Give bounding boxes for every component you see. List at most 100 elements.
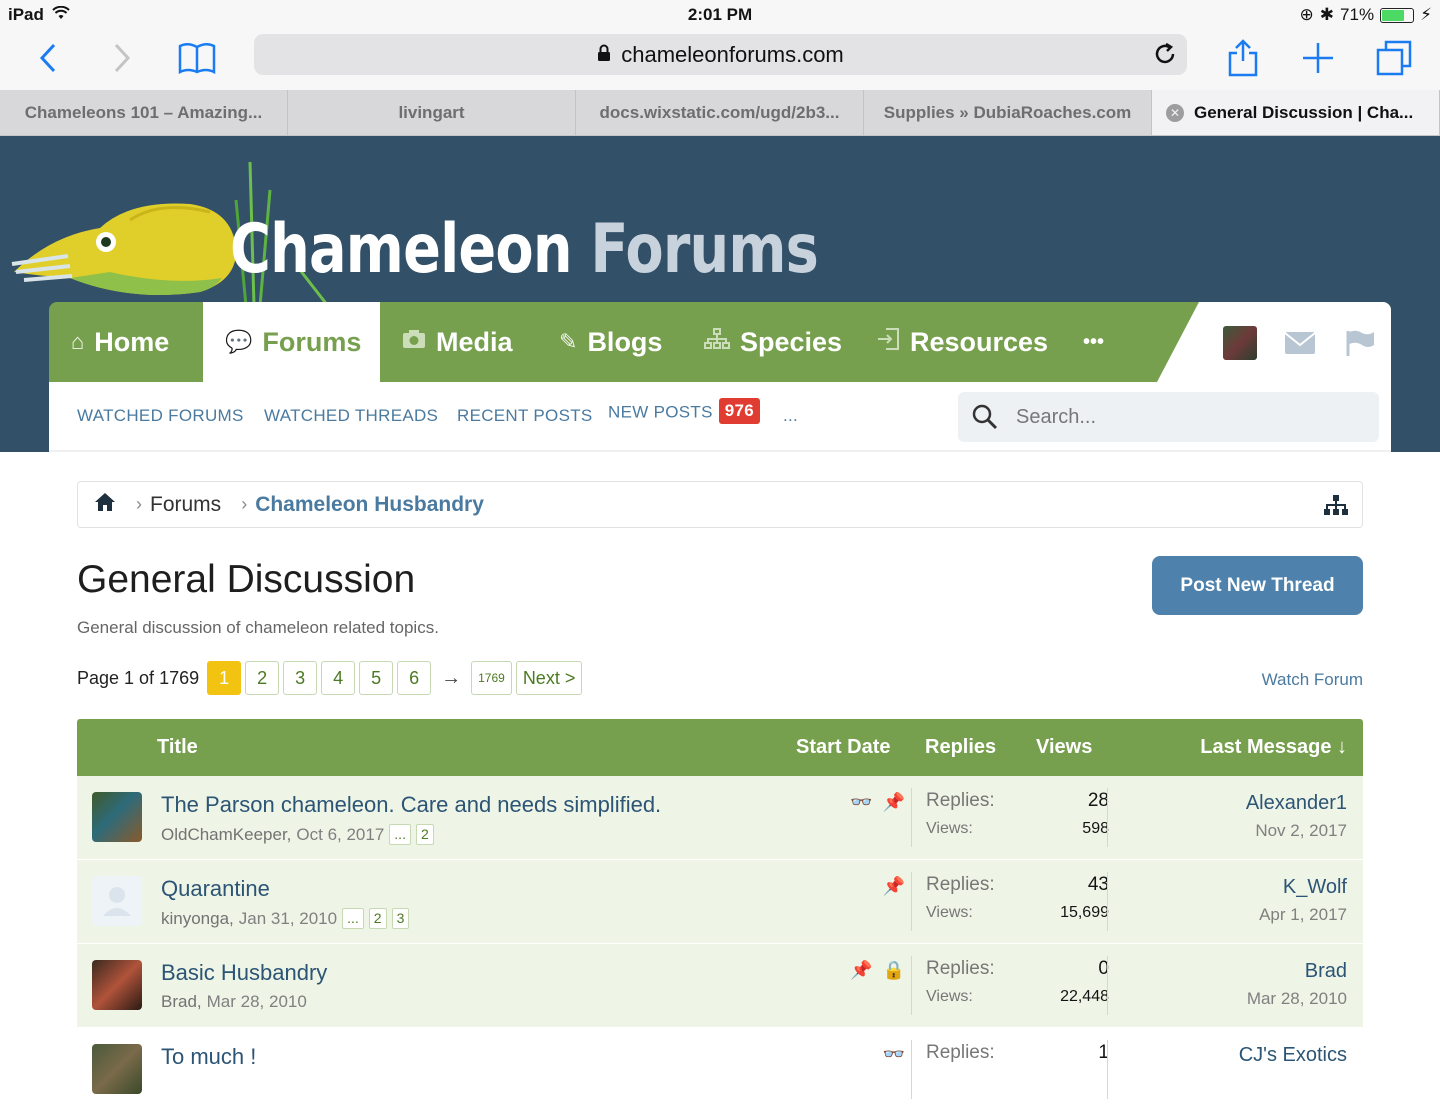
watch-forum-link[interactable]: Watch Forum bbox=[1262, 670, 1363, 690]
thread-author[interactable]: OldChamKeeper, bbox=[161, 825, 291, 845]
thread-date: Oct 6, 2017 bbox=[296, 824, 385, 844]
browser-tab[interactable]: Supplies » DubiaRoaches.com bbox=[864, 90, 1152, 135]
status-bar: iPad 2:01 PM ⊕ ✱ 71% ⚡ bbox=[0, 0, 1440, 28]
browser-tab-active[interactable]: ✕ General Discussion | Cha... bbox=[1152, 90, 1440, 135]
thread-page-link[interactable]: 2 bbox=[415, 824, 434, 845]
last-message-user[interactable]: Brad bbox=[1247, 960, 1347, 983]
avatar[interactable] bbox=[92, 876, 142, 926]
last-message-date[interactable]: Apr 1, 2017 bbox=[1259, 905, 1347, 925]
browser-tab[interactable]: Chameleons 101 – Amazing... bbox=[0, 90, 288, 135]
search-box[interactable] bbox=[958, 392, 1379, 442]
thread-title[interactable]: Quarantine bbox=[161, 876, 270, 902]
forward-icon[interactable] bbox=[100, 36, 144, 80]
header-replies[interactable]: Replies bbox=[925, 736, 996, 759]
thread-title[interactable]: Basic Husbandry bbox=[161, 960, 327, 986]
thread-row[interactable]: Quarantine kinyonga, Jan 31, 2010 ... 2 … bbox=[77, 860, 1363, 944]
header-start-date[interactable]: Start Date bbox=[796, 736, 890, 759]
breadcrumb-forums[interactable]: › Forums bbox=[136, 493, 221, 517]
thread-list: Title Start Date Replies Views Last Mess… bbox=[77, 719, 1363, 1112]
breadcrumb-current-label[interactable]: Chameleon Husbandry bbox=[255, 493, 484, 517]
thread-title[interactable]: To much ! bbox=[161, 1044, 256, 1070]
last-message-user[interactable]: CJ's Exotics bbox=[1239, 1044, 1347, 1067]
nav-species[interactable]: Species bbox=[704, 302, 842, 382]
thread-page-ellipsis[interactable]: ... bbox=[389, 824, 411, 845]
download-icon bbox=[876, 327, 900, 357]
search-input[interactable] bbox=[958, 392, 1379, 442]
breadcrumb-current[interactable]: › Chameleon Husbandry bbox=[241, 493, 484, 517]
logo-word-chameleon: Chameleon bbox=[230, 210, 573, 289]
browser-tab[interactable]: livingart bbox=[288, 90, 576, 135]
last-message-user[interactable]: Alexander1 bbox=[1246, 792, 1347, 815]
inbox-icon[interactable] bbox=[1283, 326, 1317, 360]
more-icon: ••• bbox=[1083, 330, 1105, 353]
thread-row[interactable]: The Parson chameleon. Care and needs sim… bbox=[77, 776, 1363, 860]
replies-label: Replies: bbox=[926, 874, 995, 895]
last-message-user[interactable]: K_Wolf bbox=[1259, 876, 1347, 899]
thread-page-link[interactable]: 3 bbox=[391, 908, 410, 929]
header-views[interactable]: Views bbox=[1036, 736, 1092, 759]
user-avatar[interactable] bbox=[1223, 326, 1257, 360]
subnav-recent-posts[interactable]: RECENT POSTS bbox=[457, 406, 593, 426]
page-link-current[interactable]: 1 bbox=[207, 661, 242, 695]
header-title[interactable]: Title bbox=[157, 736, 198, 759]
comments-icon: 💬 bbox=[225, 329, 253, 354]
next-page-link[interactable]: Next > bbox=[515, 661, 583, 695]
back-icon[interactable] bbox=[26, 36, 70, 80]
avatar[interactable] bbox=[92, 960, 142, 1010]
main-content: › Forums › Chameleon Husbandry General Dis… bbox=[49, 452, 1391, 1112]
thread-page-ellipsis[interactable]: ... bbox=[342, 908, 364, 929]
thread-stats: Replies: 0 Views: 22,448 bbox=[926, 958, 1109, 1006]
address-bar[interactable]: chameleonforums.com bbox=[254, 34, 1187, 75]
home-breadcrumb-icon[interactable] bbox=[94, 492, 116, 518]
subnav-more[interactable]: ... bbox=[783, 406, 798, 426]
nav-more[interactable]: ••• bbox=[1083, 302, 1104, 382]
column-divider bbox=[911, 788, 912, 847]
nav-forums[interactable]: 💬 Forums bbox=[203, 302, 380, 382]
battery-icon bbox=[1380, 7, 1415, 23]
subnav-new-posts[interactable]: NEW POSTS 976 bbox=[608, 398, 760, 426]
avatar[interactable] bbox=[92, 1044, 142, 1094]
nav-media[interactable]: Media bbox=[402, 302, 513, 382]
close-tab-icon[interactable]: ✕ bbox=[1166, 103, 1184, 122]
last-message: CJ's Exotics bbox=[1239, 1044, 1347, 1067]
sitemap-icon[interactable] bbox=[1324, 494, 1348, 522]
last-message-date[interactable]: Mar 28, 2010 bbox=[1247, 989, 1347, 1009]
tabs-overview-icon[interactable] bbox=[1372, 36, 1416, 80]
thread-page-link[interactable]: 2 bbox=[368, 908, 387, 929]
column-divider bbox=[1107, 788, 1108, 847]
breadcrumb: › Forums › Chameleon Husbandry bbox=[77, 481, 1363, 528]
subnav-watched-threads[interactable]: WATCHED THREADS bbox=[264, 406, 438, 426]
nav-blogs[interactable]: ✎ Blogs bbox=[559, 302, 662, 382]
browser-tab[interactable]: docs.wixstatic.com/ugd/2b3... bbox=[576, 90, 864, 135]
battery-percent: 71% bbox=[1340, 5, 1375, 24]
page-link[interactable]: 2 bbox=[245, 661, 280, 695]
alerts-flag-icon[interactable] bbox=[1343, 326, 1377, 360]
page-link[interactable]: 6 bbox=[397, 661, 432, 695]
bookmarks-icon[interactable] bbox=[175, 36, 219, 80]
nav-home[interactable]: ⌂ Home bbox=[71, 302, 169, 382]
post-new-thread-button[interactable]: Post New Thread bbox=[1152, 556, 1363, 615]
site-logo[interactable]: Chameleon Forums bbox=[10, 160, 819, 306]
thread-title[interactable]: The Parson chameleon. Care and needs sim… bbox=[161, 792, 661, 818]
thread-meta: Brad, Mar 28, 2010 bbox=[161, 992, 307, 1012]
new-tab-icon[interactable] bbox=[1296, 36, 1340, 80]
column-divider bbox=[1107, 872, 1108, 931]
last-message-date[interactable]: Nov 2, 2017 bbox=[1246, 821, 1347, 841]
header-last-message[interactable]: Last Message ↓ bbox=[1200, 736, 1347, 759]
nav-resources[interactable]: Resources bbox=[876, 302, 1048, 382]
breadcrumb-forums-label[interactable]: Forums bbox=[150, 493, 221, 517]
nav-label: Home bbox=[94, 326, 170, 357]
thread-row[interactable]: To much ! 👓 Replies: 1 CJ's Exotics bbox=[77, 1028, 1363, 1112]
thread-author[interactable]: Brad, bbox=[161, 992, 202, 1012]
subnav-watched-forums[interactable]: WATCHED FORUMS bbox=[77, 406, 244, 426]
page-link-last[interactable]: 1769 bbox=[471, 661, 512, 695]
page-link[interactable]: 5 bbox=[359, 661, 394, 695]
thread-row[interactable]: Basic Husbandry Brad, Mar 28, 2010 📌 🔒 R… bbox=[77, 944, 1363, 1028]
share-icon[interactable] bbox=[1221, 36, 1265, 80]
nav-label: Species bbox=[740, 326, 843, 357]
thread-author[interactable]: kinyonga, bbox=[161, 909, 234, 929]
page-link[interactable]: 3 bbox=[283, 661, 318, 695]
reload-icon[interactable] bbox=[1153, 42, 1177, 72]
page-link[interactable]: 4 bbox=[321, 661, 356, 695]
avatar[interactable] bbox=[92, 792, 142, 842]
